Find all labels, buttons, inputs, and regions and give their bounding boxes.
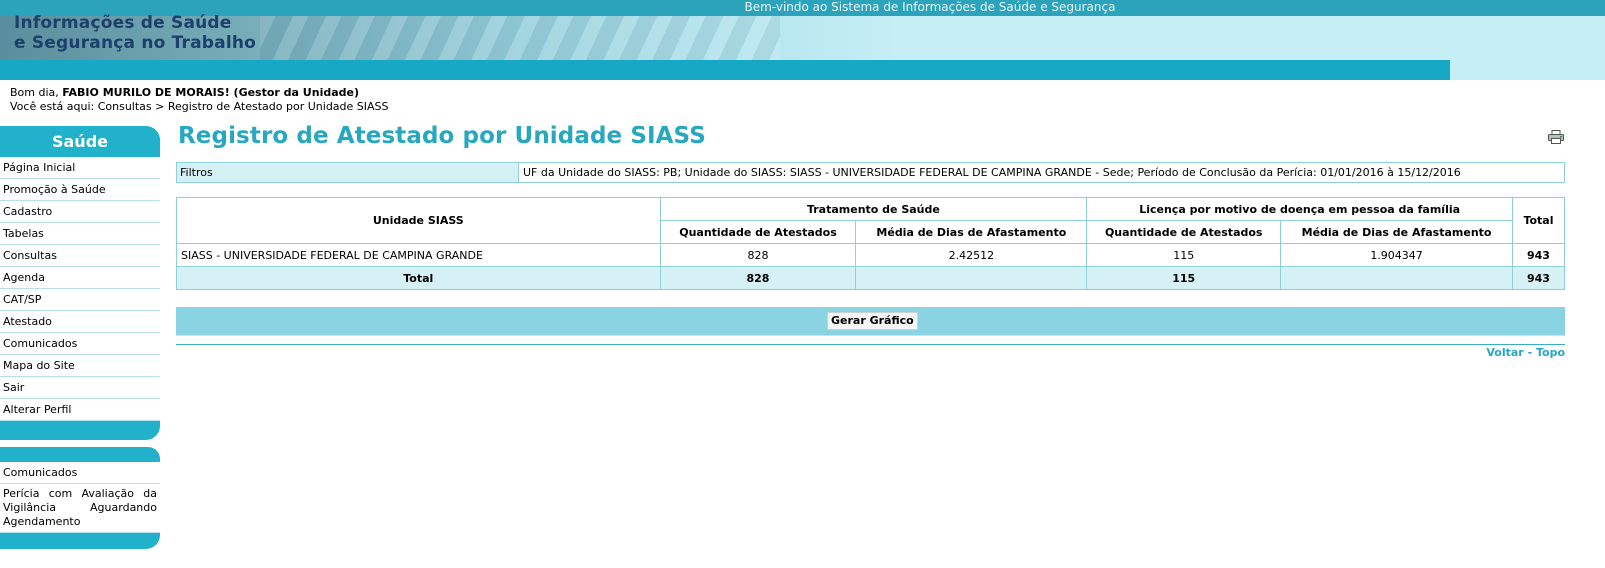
page-header: Bem-vindo ao Sistema de Informações de S… <box>0 0 1605 80</box>
cell-media-licenca: 1.904347 <box>1280 243 1513 267</box>
action-bar: Gerar Gráfico <box>176 307 1565 336</box>
col-group-licenca: Licença por motivo de doença em pessoa d… <box>1086 197 1513 221</box>
voltar-link[interactable]: Voltar <box>1486 346 1523 359</box>
sidebar-notices-footer <box>0 533 160 549</box>
logo-title-line2: e Segurança no Trabalho <box>14 33 257 53</box>
sidebar-item-agenda[interactable]: Agenda <box>0 267 160 289</box>
header-bottom-right <box>1450 60 1605 80</box>
sidebar-item-tabelas[interactable]: Tabelas <box>0 223 160 245</box>
gerar-grafico-button[interactable]: Gerar Gráfico <box>827 312 918 330</box>
total-qtd-tratamento: 828 <box>659 266 857 290</box>
total-qtd-licenca: 115 <box>1086 266 1282 290</box>
cell-media-tratamento: 2.42512 <box>855 243 1088 267</box>
col-group-tratamento: Tratamento de Saúde <box>659 197 1088 221</box>
col-header-qtd-licenca: Quantidade de Atestados <box>1086 220 1282 244</box>
table-total-row: Total 828 115 943 <box>176 266 1566 290</box>
logo-title-line1: Informações de Saúde <box>14 13 232 33</box>
sidebar-menu: Saúde Página Inicial Promoção à Saúde Ca… <box>0 126 160 440</box>
col-header-total: Total <box>1511 197 1566 244</box>
header-welcome-text: Bem-vindo ao Sistema de Informações de S… <box>744 0 1116 14</box>
sidebar-title: Saúde <box>0 126 160 157</box>
breadcrumb: Você está aqui: Consultas > Registro de … <box>10 100 389 113</box>
topo-link[interactable]: Topo <box>1536 346 1565 359</box>
table-header-row-1: Unidade SIASS Tratamento de Saúde Licenç… <box>176 197 1566 244</box>
results-table: Unidade SIASS Tratamento de Saúde Licenç… <box>176 197 1566 290</box>
col-header-unidade: Unidade SIASS <box>176 197 661 244</box>
sidebar-notice-comunicados[interactable]: Comunicados <box>0 462 160 484</box>
col-header-media-tratamento: Média de Dias de Afastamento <box>855 220 1088 244</box>
cell-unidade: SIASS - UNIVERSIDADE FEDERAL DE CAMPINA … <box>176 243 661 267</box>
sidebar-notices: Comunicados Perícia com Avaliação da Vig… <box>0 447 160 549</box>
footer-links: Voltar - Topo <box>1470 346 1565 360</box>
header-banner-photo <box>260 16 780 60</box>
user-name: FABIO MURILO DE MORAIS! (Gestor da Unida… <box>62 86 359 99</box>
total-media-tratamento <box>855 266 1088 290</box>
sidebar-item-cat-sp[interactable]: CAT/SP <box>0 289 160 311</box>
sidebar-item-consultas[interactable]: Consultas <box>0 245 160 267</box>
sidebar-item-mapa-site[interactable]: Mapa do Site <box>0 355 160 377</box>
sidebar-item-cadastro[interactable]: Cadastro <box>0 201 160 223</box>
header-bottom-bar <box>0 60 1450 80</box>
link-separator: - <box>1523 346 1536 359</box>
filters-panel: Filtros UF da Unidade do SIASS: PB; Unid… <box>176 162 1565 183</box>
total-label: Total <box>176 266 661 290</box>
col-header-qtd-tratamento: Quantidade de Atestados <box>659 220 857 244</box>
sidebar-footer <box>0 421 160 440</box>
user-greeting: Bom dia, FABIO MURILO DE MORAIS! (Gestor… <box>10 86 359 100</box>
sidebar-item-atestado[interactable]: Atestado <box>0 311 160 333</box>
cell-total: 943 <box>1511 243 1566 267</box>
sidebar-item-sair[interactable]: Sair <box>0 377 160 399</box>
page-title: Registro de Atestado por Unidade SIASS <box>178 123 706 149</box>
sidebar-item-alterar-perfil[interactable]: Alterar Perfil <box>0 399 160 421</box>
total-total: 943 <box>1511 266 1566 290</box>
greeting-prefix: Bom dia, <box>10 86 63 99</box>
cell-qtd-tratamento: 828 <box>659 243 857 267</box>
sidebar-notices-header <box>0 447 160 462</box>
table-row: SIASS - UNIVERSIDADE FEDERAL DE CAMPINA … <box>176 243 1566 267</box>
cell-qtd-licenca: 115 <box>1086 243 1282 267</box>
sidebar-item-comunicados[interactable]: Comunicados <box>0 333 160 355</box>
separator-line <box>176 344 1565 345</box>
print-icon[interactable] <box>1548 130 1564 144</box>
sidebar-item-pagina-inicial[interactable]: Página Inicial <box>0 157 160 179</box>
sidebar-item-promocao-saude[interactable]: Promoção à Saúde <box>0 179 160 201</box>
filters-label: Filtros <box>177 163 519 182</box>
col-header-media-licenca: Média de Dias de Afastamento <box>1280 220 1513 244</box>
sidebar-notice-pericia[interactable]: Perícia com Avaliação da Vigilância Agua… <box>0 484 160 533</box>
total-media-licenca <box>1280 266 1513 290</box>
filters-text: UF da Unidade do SIASS: PB; Unidade do S… <box>523 166 1461 179</box>
